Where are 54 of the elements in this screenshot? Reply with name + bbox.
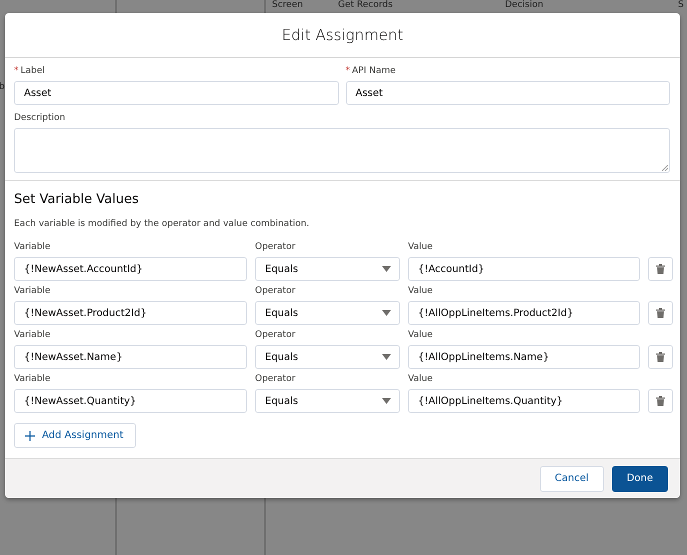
resize-handle-icon[interactable] (662, 165, 668, 171)
canvas-node-label: S (678, 0, 684, 11)
caret-icon (382, 310, 391, 316)
value-label: Value (408, 374, 434, 386)
delete-button[interactable] (648, 257, 673, 281)
delete-button[interactable] (648, 345, 673, 369)
caret-icon (382, 354, 391, 360)
canvas-node-label: Screen (272, 0, 303, 11)
variable-label: Variable (14, 374, 52, 386)
label-input[interactable]: Asset (14, 81, 338, 105)
dialog-title: Edit Assignment (282, 26, 404, 44)
api-name-field-label: * API Name (346, 66, 397, 78)
variable-label: Variable (14, 242, 52, 254)
value-input[interactable]: {!AllOppLineItems.Quantity} (408, 389, 640, 413)
plus-icon (25, 430, 35, 440)
cancel-button[interactable]: Cancel (540, 466, 604, 492)
delete-button[interactable] (648, 389, 673, 413)
operator-select[interactable]: Equals (255, 301, 400, 325)
variable-input[interactable]: {!NewAsset.Name} (14, 345, 247, 369)
section-title: Set Variable Values (14, 192, 140, 207)
value-input[interactable]: {!AllOppLineItems.Name} (408, 345, 640, 369)
trash-icon (656, 352, 665, 362)
caret-icon (382, 266, 391, 272)
operator-select[interactable]: Equals (255, 345, 400, 369)
canvas-node-label: b (0, 82, 5, 93)
operator-select[interactable]: Equals (255, 257, 400, 281)
variable-input[interactable]: {!NewAsset.AccountId} (14, 257, 247, 281)
trash-icon (656, 264, 665, 274)
value-input[interactable]: {!AllOppLineItems.Product2Id} (408, 301, 640, 325)
trash-icon (656, 396, 665, 406)
api-name-input[interactable]: Asset (346, 81, 670, 105)
operator-label: Operator (255, 286, 296, 298)
value-label: Value (408, 330, 434, 342)
canvas-node-label: Get Records (338, 0, 393, 11)
done-button[interactable]: Done (612, 466, 668, 492)
value-label: Value (408, 286, 434, 298)
operator-label: Operator (255, 374, 296, 386)
operator-label: Operator (255, 242, 296, 254)
description-label: Description (14, 113, 66, 125)
operator-label: Operator (255, 330, 296, 342)
variable-label: Variable (14, 286, 52, 298)
caret-icon (382, 398, 391, 404)
label-field-label: * Label (14, 66, 46, 78)
section-help-text: Each variable is modified by the operator and value combination. (14, 219, 310, 229)
variable-input[interactable]: {!NewAsset.Product2Id} (14, 301, 247, 325)
canvas-node-label: Decision (505, 0, 544, 11)
add-assignment-button[interactable]: Add Assignment (14, 423, 136, 448)
trash-icon (656, 308, 665, 318)
operator-select[interactable]: Equals (255, 389, 400, 413)
value-label: Value (408, 242, 434, 254)
value-input[interactable]: {!AccountId} (408, 257, 640, 281)
variable-label: Variable (14, 330, 52, 342)
variable-input[interactable]: {!NewAsset.Quantity} (14, 389, 247, 413)
delete-button[interactable] (648, 301, 673, 325)
